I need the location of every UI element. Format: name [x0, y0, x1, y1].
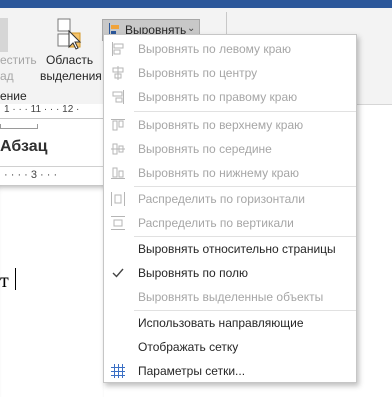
- menu-item-label: Параметры сетки...: [138, 364, 246, 378]
- menu-item-label: Отображать сетку: [138, 340, 239, 354]
- menu-item-grid-settings[interactable]: Параметры сетки...: [104, 359, 356, 383]
- menu-item-label: Распределить по горизонтали: [138, 192, 306, 206]
- menu-item-label: Выровнять по середине: [138, 142, 272, 156]
- move-icon: [0, 18, 8, 52]
- menu-item-label: Выровнять по полю: [138, 266, 248, 280]
- distribute-vertical-icon: [111, 216, 125, 230]
- ruler-marker: [0, 124, 38, 129]
- menu-item-label: Выровнять по левому краю: [138, 42, 291, 56]
- align-top-icon: [111, 119, 125, 131]
- align-bottom-icon: [111, 167, 125, 179]
- menu-item-label: Выровнять относительно страницы: [138, 242, 336, 256]
- align-middle-icon: [111, 143, 125, 155]
- menu-item-align-to-page[interactable]: Выровнять относительно страницы: [104, 237, 356, 261]
- menu-item-label: Распределить по вертикали: [138, 216, 294, 230]
- menu-item-distribute-vertical[interactable]: Распределить по вертикали: [104, 211, 356, 235]
- title-bar-strip: [0, 0, 392, 8]
- menu-item-align-to-margin[interactable]: Выровнять по полю: [104, 261, 356, 285]
- document-text[interactable]: т: [0, 270, 9, 293]
- chevron-down-icon: ⌄: [187, 23, 196, 34]
- menu-item-align-middle[interactable]: Выровнять по середине: [104, 137, 356, 161]
- menu-item-label: Использовать направляющие: [138, 316, 304, 330]
- horizontal-ruler: · · · · 3 · · ·: [0, 166, 104, 186]
- menu-item-show-grid[interactable]: Отображать сетку: [104, 335, 356, 359]
- menu-item-label: Выровнять по нижнему краю: [138, 166, 300, 180]
- align-center-icon: [112, 66, 124, 80]
- selection-pane-label-line2: выделения: [40, 69, 102, 83]
- menu-item-align-bottom[interactable]: Выровнять по нижнему краю: [104, 161, 356, 185]
- menu-item-align-selected-objects[interactable]: Выровнять выделенные объекты: [104, 285, 356, 309]
- distribute-horizontal-icon: [111, 192, 125, 206]
- grid-icon: [111, 364, 125, 378]
- ribbon-group-name: ение: [0, 89, 27, 103]
- menu-item-align-top[interactable]: Выровнять по верхнему краю: [104, 113, 356, 137]
- paragraph-group-label: Абзац: [0, 138, 48, 155]
- move-button-label-line2: ад: [0, 69, 14, 83]
- menu-item-align-left[interactable]: Выровнять по левому краю: [104, 37, 356, 61]
- menu-item-use-guides[interactable]: Использовать направляющие: [104, 311, 356, 335]
- align-right-icon: [112, 90, 124, 104]
- ruler-ticks-mid: · · · · 3 · · ·: [4, 169, 58, 181]
- align-left-icon: [112, 42, 124, 56]
- selection-pane-label-line1: Область: [46, 53, 94, 67]
- move-button-partial[interactable]: естить ад: [0, 8, 40, 88]
- document-page[interactable]: [0, 185, 104, 397]
- menu-item-label: Выровнять по верхнему краю: [138, 118, 304, 132]
- selection-pane-button[interactable]: Область выделения: [40, 8, 102, 88]
- menu-item-label: Выровнять по правому краю: [138, 90, 298, 104]
- menu-item-align-center[interactable]: Выровнять по центру: [104, 61, 356, 85]
- menu-item-align-right[interactable]: Выровнять по правому краю: [104, 85, 356, 109]
- menu-item-distribute-horizontal[interactable]: Распределить по горизонтали: [104, 187, 356, 211]
- checkmark-icon: [112, 268, 124, 278]
- ruler-ticks: 1 · · · 11 · · · 12 ·: [4, 104, 80, 115]
- horizontal-ruler-top: 1 · · · 11 · · · 12 ·: [0, 104, 104, 119]
- selection-pane-icon: [57, 18, 82, 50]
- move-button-label-line1: естить: [0, 53, 37, 67]
- menu-item-label: Выровнять выделенные объекты: [138, 290, 324, 304]
- text-cursor: [15, 268, 16, 290]
- menu-separator: [134, 111, 356, 112]
- align-menu: Выровнять по левому краю Выровнять по це…: [103, 34, 357, 383]
- menu-item-label: Выровнять по центру: [138, 66, 258, 80]
